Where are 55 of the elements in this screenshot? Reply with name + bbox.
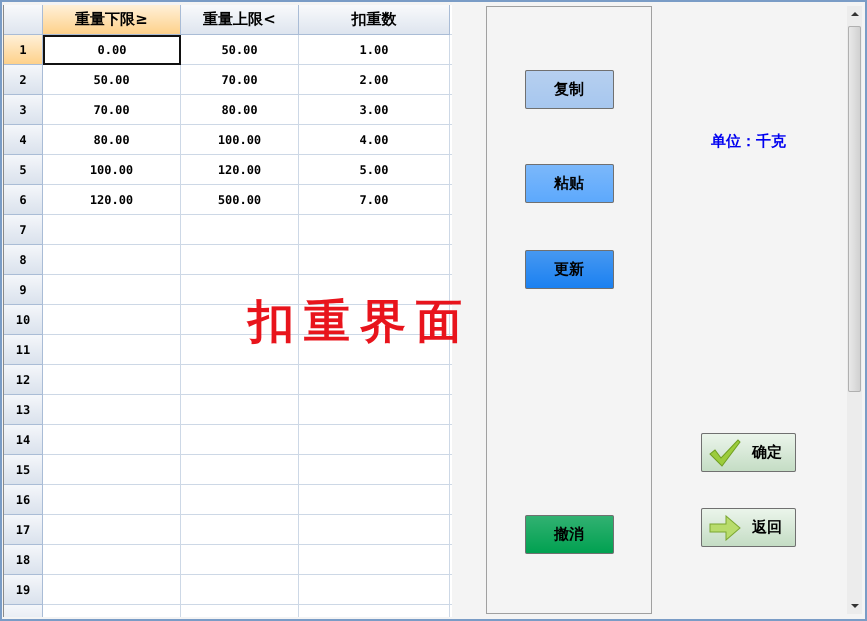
action-button[interactable]: 确定	[701, 433, 796, 472]
table-cell: 50.00	[181, 35, 299, 65]
column-header[interactable]: 重量下限≥	[43, 5, 181, 35]
scroll-down-icon[interactable]	[850, 604, 858, 608]
row-header[interactable]: 15	[4, 455, 43, 485]
column-header[interactable]: 扣重数	[299, 5, 450, 35]
table-cell: 80.00	[43, 125, 181, 155]
row-header[interactable]: 7	[4, 215, 43, 245]
row-header[interactable]: 4	[4, 125, 43, 155]
row-header[interactable]: 19	[4, 575, 43, 605]
row-header[interactable]: 11	[4, 335, 43, 365]
table-cell: 1.00	[299, 35, 450, 65]
row-header[interactable]: 17	[4, 515, 43, 545]
table-cell: 100.00	[181, 125, 299, 155]
table-cell: 4.00	[299, 125, 450, 155]
unit-label: 单位：千克	[711, 132, 786, 151]
row-header[interactable]: 13	[4, 395, 43, 425]
check-icon	[708, 438, 742, 468]
table-cell: 120.00	[181, 155, 299, 185]
row-header[interactable]: 18	[4, 545, 43, 575]
table-cell: 100.00	[43, 155, 181, 185]
arrow-icon	[708, 512, 742, 542]
panel-button[interactable]: 粘贴	[524, 164, 614, 203]
table-cell: 3.00	[299, 95, 450, 125]
row-header[interactable]: 9	[4, 275, 43, 305]
corner-header[interactable]	[4, 5, 43, 35]
table-cell: 80.00	[181, 95, 299, 125]
row-header[interactable]: 6	[4, 185, 43, 215]
table-cell: 7.00	[299, 185, 450, 215]
panel-button[interactable]: 更新	[524, 250, 614, 289]
table-cell: 0.00	[43, 35, 181, 65]
row-header[interactable]: 14	[4, 425, 43, 455]
table-cell: 50.00	[43, 65, 181, 95]
table-cell: 70.00	[43, 95, 181, 125]
row-header[interactable]: 12	[4, 365, 43, 395]
table-cell: 2.00	[299, 65, 450, 95]
scroll-thumb[interactable]	[848, 26, 861, 392]
table-cell: 500.00	[181, 185, 299, 215]
row-header[interactable]: 5	[4, 155, 43, 185]
table-cell: 70.00	[181, 65, 299, 95]
row-header[interactable]: 16	[4, 485, 43, 515]
panel-button[interactable]: 撤消	[524, 515, 614, 554]
panel-button[interactable]: 复制	[524, 70, 614, 109]
row-header[interactable]: 2	[4, 65, 43, 95]
scroll-up-icon[interactable]	[850, 12, 858, 16]
column-header[interactable]: 重量上限<	[181, 5, 299, 35]
row-header[interactable]: 8	[4, 245, 43, 275]
action-button[interactable]: 返回	[701, 508, 796, 547]
row-header[interactable]: 3	[4, 95, 43, 125]
table-cell: 5.00	[299, 155, 450, 185]
table-cell: 120.00	[43, 185, 181, 215]
row-header[interactable]: 10	[4, 305, 43, 335]
overlay-title: 扣重界面	[248, 298, 472, 344]
scrollbar[interactable]	[847, 6, 862, 614]
row-header[interactable]: 1	[4, 35, 43, 65]
